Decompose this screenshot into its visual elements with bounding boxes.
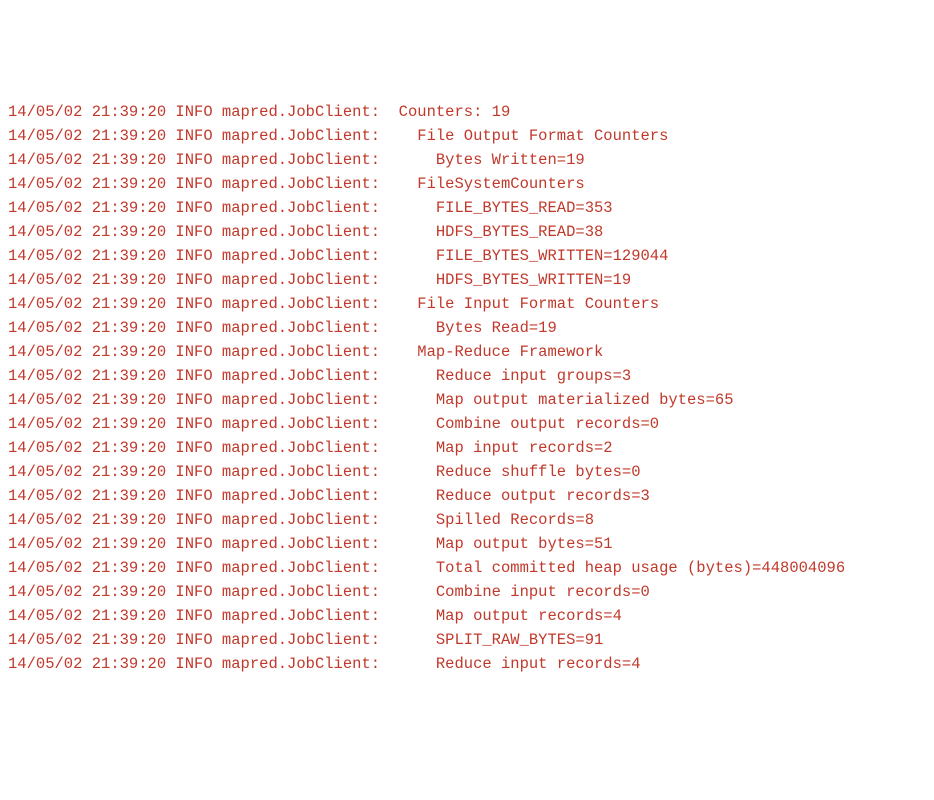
log-line: 14/05/02 21:39:20 INFO mapred.JobClient:… bbox=[8, 556, 926, 580]
log-line: 14/05/02 21:39:20 INFO mapred.JobClient:… bbox=[8, 412, 926, 436]
log-line: 14/05/02 21:39:20 INFO mapred.JobClient:… bbox=[8, 436, 926, 460]
log-line: 14/05/02 21:39:20 INFO mapred.JobClient:… bbox=[8, 484, 926, 508]
log-line: 14/05/02 21:39:20 INFO mapred.JobClient:… bbox=[8, 292, 926, 316]
log-line: 14/05/02 21:39:20 INFO mapred.JobClient:… bbox=[8, 604, 926, 628]
log-line: 14/05/02 21:39:20 INFO mapred.JobClient:… bbox=[8, 268, 926, 292]
log-line: 14/05/02 21:39:20 INFO mapred.JobClient:… bbox=[8, 580, 926, 604]
log-line: 14/05/02 21:39:20 INFO mapred.JobClient:… bbox=[8, 460, 926, 484]
log-line: 14/05/02 21:39:20 INFO mapred.JobClient:… bbox=[8, 652, 926, 676]
log-line: 14/05/02 21:39:20 INFO mapred.JobClient:… bbox=[8, 340, 926, 364]
log-line: 14/05/02 21:39:20 INFO mapred.JobClient:… bbox=[8, 364, 926, 388]
log-line: 14/05/02 21:39:20 INFO mapred.JobClient:… bbox=[8, 220, 926, 244]
log-line: 14/05/02 21:39:20 INFO mapred.JobClient:… bbox=[8, 148, 926, 172]
log-line: 14/05/02 21:39:20 INFO mapred.JobClient:… bbox=[8, 388, 926, 412]
log-line: 14/05/02 21:39:20 INFO mapred.JobClient:… bbox=[8, 196, 926, 220]
log-output: 14/05/02 21:39:20 INFO mapred.JobClient:… bbox=[8, 100, 926, 676]
log-line: 14/05/02 21:39:20 INFO mapred.JobClient:… bbox=[8, 100, 926, 124]
log-line: 14/05/02 21:39:20 INFO mapred.JobClient:… bbox=[8, 316, 926, 340]
log-line: 14/05/02 21:39:20 INFO mapred.JobClient:… bbox=[8, 628, 926, 652]
log-line: 14/05/02 21:39:20 INFO mapred.JobClient:… bbox=[8, 124, 926, 148]
log-line: 14/05/02 21:39:20 INFO mapred.JobClient:… bbox=[8, 532, 926, 556]
log-line: 14/05/02 21:39:20 INFO mapred.JobClient:… bbox=[8, 172, 926, 196]
log-line: 14/05/02 21:39:20 INFO mapred.JobClient:… bbox=[8, 244, 926, 268]
log-line: 14/05/02 21:39:20 INFO mapred.JobClient:… bbox=[8, 508, 926, 532]
